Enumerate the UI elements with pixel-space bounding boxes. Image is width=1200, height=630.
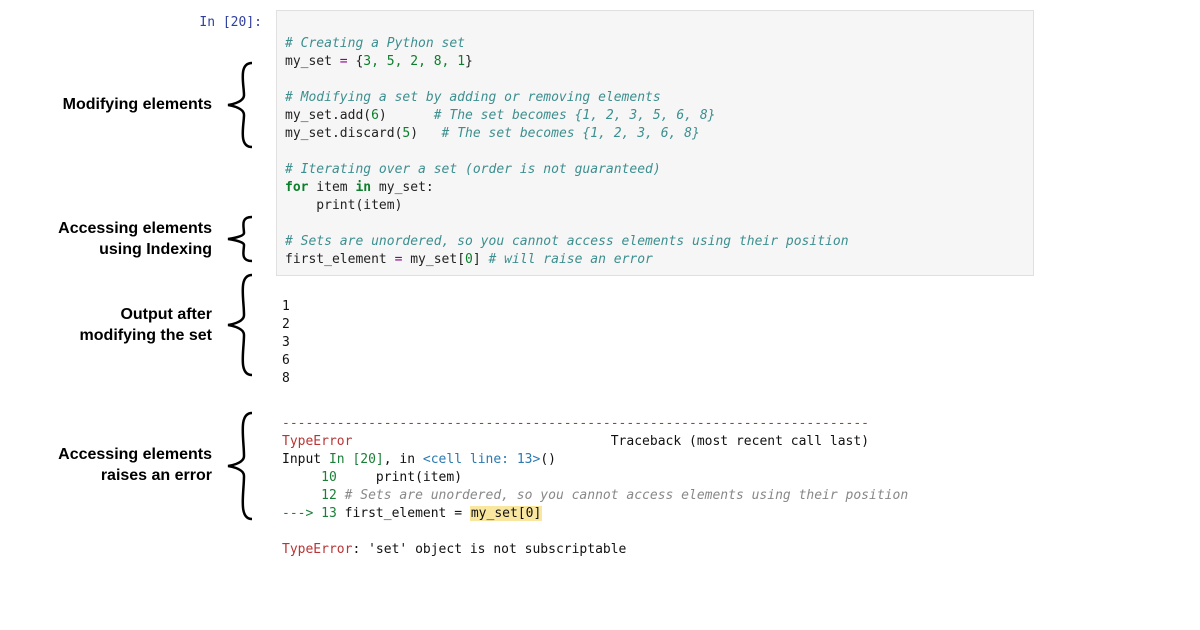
tb-text: Input xyxy=(282,452,329,467)
tb-final-msg: : 'set' object is not subscriptable xyxy=(352,542,626,557)
brace-icon xyxy=(220,61,260,149)
annotation-line: Accessing elements xyxy=(58,446,212,463)
annotation-line: Accessing elements xyxy=(58,220,212,237)
output-line: 3 xyxy=(282,335,290,350)
code-text: ) xyxy=(410,126,441,141)
annotation-error: Accessing elements raises an error xyxy=(22,445,212,487)
code-comment: # will raise an error xyxy=(489,252,653,267)
code-text: first_element xyxy=(285,252,395,267)
brace-icon xyxy=(220,273,260,377)
code-keyword: for xyxy=(285,180,308,195)
tb-label: Traceback (most recent call last) xyxy=(611,434,869,449)
code-text: { xyxy=(348,54,364,69)
tb-text xyxy=(352,434,610,449)
code-text: print(item) xyxy=(285,198,402,213)
code-number: 6 xyxy=(371,108,379,123)
annotation-indexing: Accessing elements using Indexing xyxy=(22,219,212,261)
tb-arrow: ---> xyxy=(282,506,321,521)
code-text: item xyxy=(308,180,355,195)
output-line: 8 xyxy=(282,371,290,386)
tb-error-name: TypeError xyxy=(282,434,352,449)
code-text: } xyxy=(465,54,473,69)
code-number: 0 xyxy=(465,252,473,267)
annotation-modifying: Modifying elements xyxy=(22,95,212,116)
tb-final-error: TypeError xyxy=(282,542,352,557)
cell-prompt: In [20]: xyxy=(180,15,262,30)
code-comment: # Modifying a set by adding or removing … xyxy=(285,90,661,105)
tb-text: , in xyxy=(384,452,423,467)
brace-icon xyxy=(220,215,260,263)
code-cell: # Creating a Python set my_set = {3, 5, … xyxy=(276,10,1034,276)
code-number: 3, 5, 2, 8, 1 xyxy=(363,54,465,69)
tb-text: print(item) xyxy=(337,470,462,485)
brace-icon xyxy=(220,411,260,521)
code-text: ) xyxy=(379,108,434,123)
tb-input-num: In [20] xyxy=(329,452,384,467)
tb-text: () xyxy=(540,452,556,467)
tb-highlight: my_set[0] xyxy=(470,506,542,521)
tb-line-num: 12 xyxy=(282,488,337,503)
tb-text: first_element = xyxy=(337,506,470,521)
tb-line-num: 10 xyxy=(282,470,337,485)
code-text: my_set.discard( xyxy=(285,126,402,141)
annotation-line: modifying the set xyxy=(80,327,212,344)
code-comment: # The set becomes {1, 2, 3, 6, 8} xyxy=(442,126,700,141)
annotation-line: Output after xyxy=(120,306,212,323)
output-line: 6 xyxy=(282,353,290,368)
annotation-line: raises an error xyxy=(101,467,212,484)
code-comment: # Creating a Python set xyxy=(285,36,465,51)
tb-separator: ----------------------------------------… xyxy=(282,416,869,431)
code-comment: # The set becomes {1, 2, 3, 5, 6, 8} xyxy=(434,108,716,123)
annotation-output: Output after modifying the set xyxy=(22,305,212,347)
traceback-block: ----------------------------------------… xyxy=(282,397,1022,559)
code-text: ] xyxy=(473,252,489,267)
tb-cell-ref: <cell line: 13> xyxy=(423,452,540,467)
code-keyword: in xyxy=(355,180,371,195)
annotation-line: using Indexing xyxy=(99,241,212,258)
code-text: my_set.add( xyxy=(285,108,371,123)
output-line: 2 xyxy=(282,317,290,332)
tb-line-num: 13 xyxy=(321,506,337,521)
code-text: my_set[ xyxy=(402,252,465,267)
code-op: = xyxy=(340,54,348,69)
code-comment: # Iterating over a set (order is not gua… xyxy=(285,162,661,177)
code-text: my_set: xyxy=(371,180,434,195)
code-text: my_set xyxy=(285,54,340,69)
output-line: 1 xyxy=(282,299,290,314)
code-comment: # Sets are unordered, so you cannot acce… xyxy=(285,234,849,249)
output-block: 1 2 3 6 8 xyxy=(282,280,290,388)
tb-grey-comment: # Sets are unordered, so you cannot acce… xyxy=(337,488,908,503)
